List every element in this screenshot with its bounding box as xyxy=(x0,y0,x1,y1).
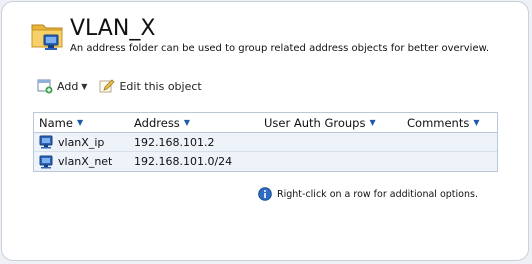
edit-object-button[interactable]: Edit this object xyxy=(99,78,202,94)
network-address-icon xyxy=(39,155,53,168)
info-hint: Right-click on a row for additional opti… xyxy=(258,187,478,201)
chevron-down-icon: ▼ xyxy=(81,81,88,91)
page-title: VLAN_X xyxy=(70,16,156,41)
table-header: Name ▼ Address ▼ User Auth Groups ▼ Comm… xyxy=(34,113,497,133)
network-address-icon xyxy=(39,135,53,149)
cell-name: vlanX_ip xyxy=(34,135,130,149)
table-row[interactable]: vlanX_net 192.168.101.0/24 xyxy=(34,152,497,171)
sort-arrow-icon: ▼ xyxy=(183,118,190,127)
column-header-user-auth-groups[interactable]: User Auth Groups ▼ xyxy=(258,116,401,130)
column-header-address[interactable]: Address ▼ xyxy=(130,116,258,130)
toolbar: Add ▼ Edit this object xyxy=(37,77,202,95)
column-header-name[interactable]: Name ▼ xyxy=(34,116,130,130)
sort-arrow-icon: ▼ xyxy=(473,118,480,127)
sort-arrow-icon: ▼ xyxy=(369,118,376,127)
add-object-icon xyxy=(37,79,53,94)
page-subtitle: An address folder can be used to group r… xyxy=(70,43,490,54)
cell-address: 192.168.101.2 xyxy=(134,135,215,149)
edit-object-label: Edit this object xyxy=(119,79,202,93)
info-hint-text: Right-click on a row for additional opti… xyxy=(277,188,478,200)
address-folder-panel: VLAN_X An address folder can be used to … xyxy=(1,1,529,261)
cell-name: vlanX_net xyxy=(34,155,130,169)
add-button-label: Add xyxy=(57,79,79,93)
address-objects-table: Name ▼ Address ▼ User Auth Groups ▼ Comm… xyxy=(33,112,498,172)
sort-arrow-icon: ▼ xyxy=(76,118,84,127)
address-folder-icon xyxy=(31,24,63,50)
edit-pencil-icon xyxy=(99,79,116,93)
column-header-comments[interactable]: Comments ▼ xyxy=(401,116,497,130)
cell-address: 192.168.101.0/24 xyxy=(134,155,233,168)
add-button[interactable]: Add ▼ xyxy=(37,78,87,94)
info-icon xyxy=(258,187,272,201)
table-row[interactable]: vlanX_ip 192.168.101.2 xyxy=(34,133,497,152)
